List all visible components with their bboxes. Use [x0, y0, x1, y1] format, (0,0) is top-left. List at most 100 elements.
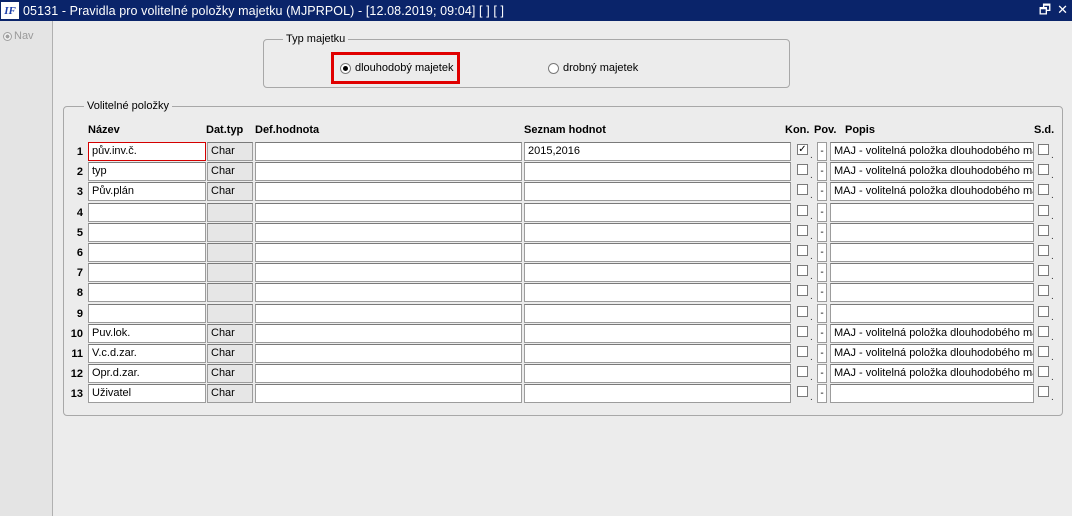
nazev-field[interactable]	[88, 203, 206, 222]
nazev-field[interactable]	[88, 283, 206, 302]
sd-checkbox[interactable]	[1038, 306, 1049, 317]
popis-field[interactable]: MAJ - volitelná položka dlouhodobého maj	[830, 162, 1034, 181]
dattyp-field[interactable]: Char	[207, 142, 253, 161]
popis-field[interactable]	[830, 243, 1034, 262]
nazev-field[interactable]: V.c.d.zar.	[88, 344, 206, 363]
seznam-hodnot-field[interactable]	[524, 263, 791, 282]
kon-checkbox[interactable]	[797, 386, 808, 397]
sd-checkbox[interactable]	[1038, 366, 1049, 377]
pov-field[interactable]: -	[817, 243, 827, 262]
popis-field[interactable]	[830, 263, 1034, 282]
pov-field[interactable]: -	[817, 182, 827, 201]
dattyp-field[interactable]: Char	[207, 344, 253, 363]
nazev-field[interactable]	[88, 304, 206, 323]
dattyp-field[interactable]	[207, 243, 253, 262]
kon-checkbox[interactable]	[797, 366, 808, 377]
defhodnota-field[interactable]	[255, 182, 522, 201]
pov-field[interactable]: -	[817, 304, 827, 323]
dattyp-field[interactable]: Char	[207, 364, 253, 383]
nazev-field[interactable]: Uživatel	[88, 384, 206, 403]
dattyp-field[interactable]	[207, 223, 253, 242]
pov-field[interactable]: -	[817, 223, 827, 242]
kon-checkbox[interactable]	[797, 326, 808, 337]
nazev-field[interactable]: Pův.plán	[88, 182, 206, 201]
popis-field[interactable]: MAJ - volitelná položka dlouhodobého maj	[830, 142, 1034, 161]
popis-field[interactable]	[830, 283, 1034, 302]
defhodnota-field[interactable]	[255, 263, 522, 282]
dattyp-field[interactable]	[207, 283, 253, 302]
sd-checkbox[interactable]	[1038, 346, 1049, 357]
defhodnota-field[interactable]	[255, 142, 522, 161]
seznam-hodnot-field[interactable]: 2015,2016	[524, 142, 791, 161]
dattyp-field[interactable]	[207, 304, 253, 323]
sd-checkbox[interactable]	[1038, 326, 1049, 337]
kon-checkbox[interactable]	[797, 164, 808, 175]
dattyp-field[interactable]	[207, 203, 253, 222]
pov-field[interactable]: -	[817, 203, 827, 222]
radio-dlouhodoby-majetek[interactable]: dlouhodobý majetek	[340, 62, 453, 74]
dattyp-field[interactable]: Char	[207, 384, 253, 403]
seznam-hodnot-field[interactable]	[524, 223, 791, 242]
pov-field[interactable]: -	[817, 364, 827, 383]
kon-checkbox[interactable]	[797, 306, 808, 317]
sd-checkbox[interactable]	[1038, 225, 1049, 236]
sd-checkbox[interactable]	[1038, 184, 1049, 195]
seznam-hodnot-field[interactable]	[524, 203, 791, 222]
kon-checkbox[interactable]	[797, 346, 808, 357]
seznam-hodnot-field[interactable]	[524, 162, 791, 181]
nav-button[interactable]: Nav	[3, 30, 34, 42]
nazev-field[interactable]	[88, 263, 206, 282]
seznam-hodnot-field[interactable]	[524, 324, 791, 343]
kon-checkbox[interactable]	[797, 285, 808, 296]
defhodnota-field[interactable]	[255, 243, 522, 262]
defhodnota-field[interactable]	[255, 384, 522, 403]
kon-checkbox[interactable]	[797, 245, 808, 256]
nazev-field[interactable]: pův.inv.č.	[88, 142, 206, 161]
nazev-field[interactable]: Opr.d.zar.	[88, 364, 206, 383]
kon-checkbox[interactable]	[797, 184, 808, 195]
kon-checkbox[interactable]	[797, 225, 808, 236]
seznam-hodnot-field[interactable]	[524, 182, 791, 201]
defhodnota-field[interactable]	[255, 223, 522, 242]
seznam-hodnot-field[interactable]	[524, 344, 791, 363]
popis-field[interactable]	[830, 304, 1034, 323]
pov-field[interactable]: -	[817, 344, 827, 363]
popis-field[interactable]: MAJ - volitelná položka dlouhodobého maj	[830, 364, 1034, 383]
dattyp-field[interactable]: Char	[207, 162, 253, 181]
restore-icon[interactable]: 🗗	[1039, 2, 1051, 18]
seznam-hodnot-field[interactable]	[524, 304, 791, 323]
defhodnota-field[interactable]	[255, 203, 522, 222]
defhodnota-field[interactable]	[255, 324, 522, 343]
defhodnota-field[interactable]	[255, 344, 522, 363]
sd-checkbox[interactable]	[1038, 265, 1049, 276]
popis-field[interactable]	[830, 384, 1034, 403]
defhodnota-field[interactable]	[255, 283, 522, 302]
popis-field[interactable]: MAJ - volitelná položka dlouhodobého maj	[830, 324, 1034, 343]
seznam-hodnot-field[interactable]	[524, 243, 791, 262]
nazev-field[interactable]	[88, 223, 206, 242]
popis-field[interactable]	[830, 203, 1034, 222]
dattyp-field[interactable]	[207, 263, 253, 282]
dattyp-field[interactable]: Char	[207, 324, 253, 343]
seznam-hodnot-field[interactable]	[524, 364, 791, 383]
defhodnota-field[interactable]	[255, 364, 522, 383]
sd-checkbox[interactable]	[1038, 245, 1049, 256]
sd-checkbox[interactable]	[1038, 144, 1049, 155]
sd-checkbox[interactable]	[1038, 386, 1049, 397]
nazev-field[interactable]	[88, 243, 206, 262]
kon-checkbox[interactable]	[797, 265, 808, 276]
nazev-field[interactable]: Puv.lok.	[88, 324, 206, 343]
close-icon[interactable]: ✕	[1057, 2, 1068, 18]
seznam-hodnot-field[interactable]	[524, 283, 791, 302]
sd-checkbox[interactable]	[1038, 285, 1049, 296]
sd-checkbox[interactable]	[1038, 164, 1049, 175]
pov-field[interactable]: -	[817, 263, 827, 282]
pov-field[interactable]: -	[817, 384, 827, 403]
pov-field[interactable]: -	[817, 324, 827, 343]
pov-field[interactable]: -	[817, 283, 827, 302]
defhodnota-field[interactable]	[255, 304, 522, 323]
kon-checkbox[interactable]: ✓	[797, 144, 808, 155]
kon-checkbox[interactable]	[797, 205, 808, 216]
popis-field[interactable]: MAJ - volitelná položka dlouhodobého maj	[830, 182, 1034, 201]
pov-field[interactable]: -	[817, 162, 827, 181]
